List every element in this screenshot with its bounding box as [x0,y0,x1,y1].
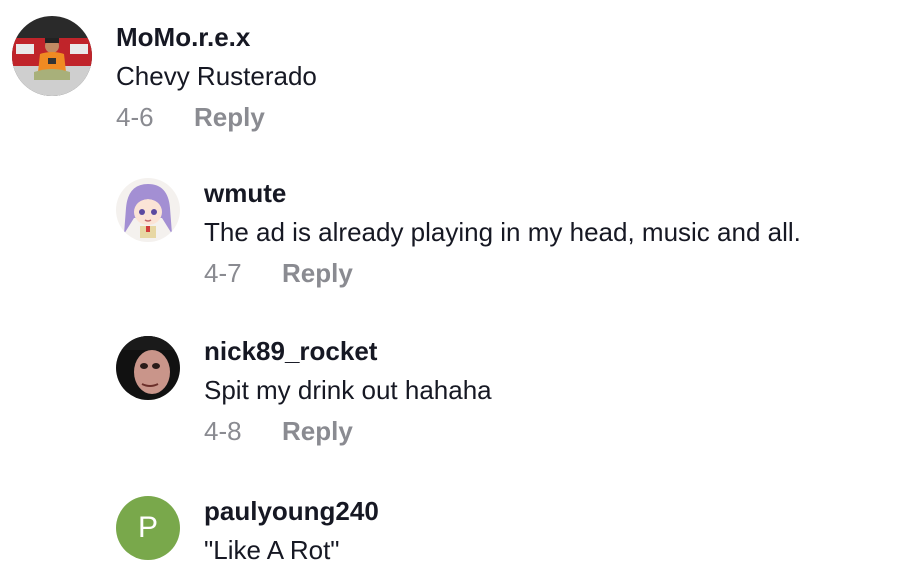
comment-username[interactable]: paulyoung240 [204,496,379,526]
comment-date: 4-6 [116,102,154,132]
avatar[interactable]: P [116,496,180,560]
comment-body: MoMo.r.e.x Chevy Rusterado 4-6 Reply [116,22,317,132]
avatar[interactable] [116,178,180,242]
comment-text: "Like A Rot" [204,535,340,565]
comment-username[interactable]: MoMo.r.e.x [116,22,317,52]
comment-text: Chevy Rusterado [116,61,317,91]
comment-meta: 4-6 Reply [116,102,317,132]
comment-body: paulyoung240 "Like A Rot" [204,496,379,566]
comment-date: 4-7 [204,258,242,288]
comment-username[interactable]: wmute [204,178,801,208]
comment-body: wmute The ad is already playing in my he… [204,178,801,288]
comment-text: Spit my drink out hahaha [204,375,492,405]
reply-button[interactable]: Reply [282,416,353,446]
avatar-photo-icon [12,16,92,96]
reply-button[interactable]: Reply [194,102,265,132]
avatar[interactable] [116,336,180,400]
avatar-letter: P [137,511,158,544]
comment-username[interactable]: nick89_rocket [204,336,492,366]
comment-meta: 4-7 Reply [204,258,801,288]
comment-meta: 4-8 Reply [204,416,492,446]
comment-text: The ad is already playing in my head, mu… [204,217,801,247]
comment-date: 4-8 [204,416,242,446]
avatar[interactable] [12,16,92,96]
comment-body: nick89_rocket Spit my drink out hahaha 4… [204,336,492,446]
avatar-anime-icon [116,178,180,242]
reply-button[interactable]: Reply [282,258,353,288]
avatar-face-icon [116,336,180,400]
